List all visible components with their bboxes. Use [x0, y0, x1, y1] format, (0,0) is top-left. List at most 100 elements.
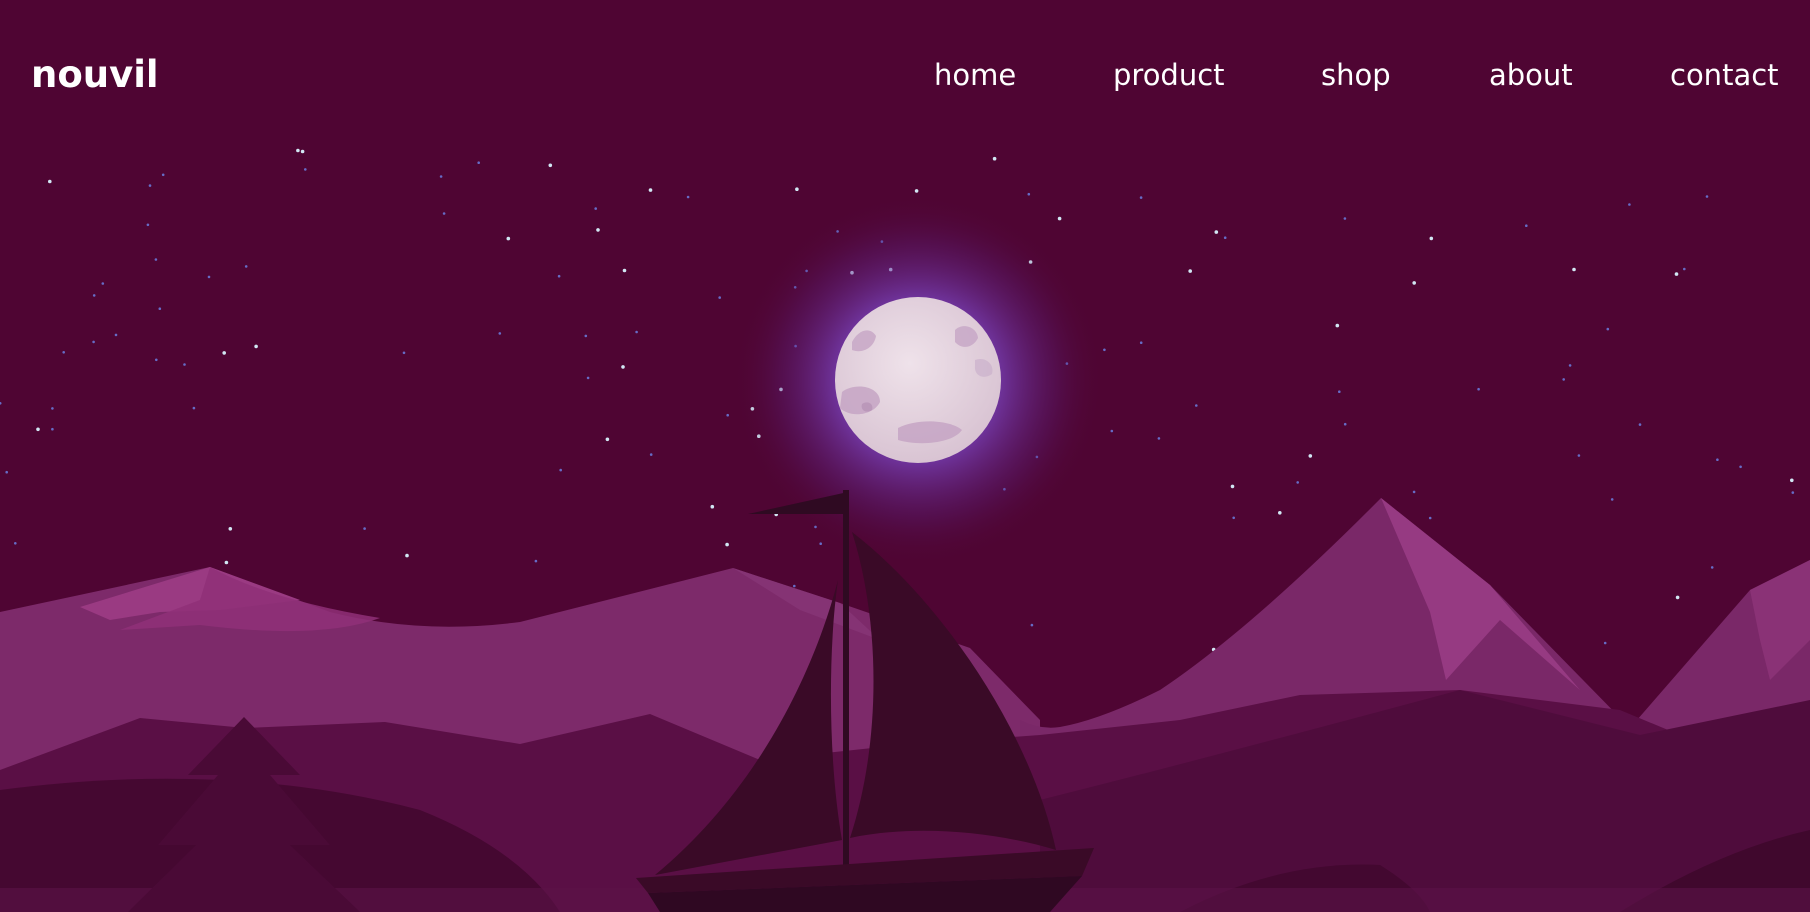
star: [161, 173, 165, 177]
star: [222, 351, 226, 355]
star: [793, 584, 796, 588]
star: [914, 189, 919, 193]
star: [1628, 203, 1631, 206]
star: [819, 542, 822, 545]
landing-page: nouvil home product shop about contact: [0, 0, 1810, 912]
star: [1232, 516, 1235, 520]
star: [148, 184, 152, 187]
star: [36, 427, 40, 432]
star: [154, 258, 158, 261]
star: [1429, 236, 1434, 241]
star: [1606, 327, 1610, 331]
star: [1139, 341, 1143, 345]
star: [1027, 192, 1031, 196]
star: [1278, 511, 1282, 515]
star: [1790, 478, 1794, 483]
star: [559, 468, 562, 472]
star: [725, 542, 729, 547]
nav-home-link[interactable]: home: [934, 58, 1016, 92]
star: [439, 175, 443, 178]
star: [621, 365, 625, 369]
star: [1223, 236, 1227, 239]
star: [1057, 216, 1062, 221]
star: [62, 351, 65, 354]
star: [596, 228, 600, 232]
star: [442, 212, 446, 215]
star: [795, 187, 799, 191]
star: [718, 296, 721, 299]
star: [228, 527, 233, 531]
star: [1412, 490, 1416, 494]
star: [14, 542, 17, 545]
star: [405, 553, 409, 558]
star: [114, 333, 118, 337]
star: [1412, 281, 1416, 285]
star: [51, 427, 54, 431]
star: [1335, 323, 1340, 328]
star: [1188, 269, 1192, 273]
star: [92, 294, 96, 297]
star: [363, 527, 366, 530]
star: [300, 149, 305, 154]
star: [548, 163, 553, 168]
star: [594, 207, 597, 210]
star: [158, 307, 162, 311]
star: [498, 332, 502, 335]
star: [1308, 454, 1313, 458]
star: [1030, 623, 1034, 627]
star: [1214, 230, 1219, 234]
star: [1603, 641, 1607, 645]
star: [1710, 566, 1714, 569]
star: [1195, 404, 1198, 407]
nav-product-link[interactable]: product: [1113, 58, 1225, 92]
star: [101, 282, 105, 285]
star: [557, 274, 561, 278]
star: [1338, 390, 1341, 394]
star: [1683, 267, 1686, 271]
star: [1428, 516, 1432, 520]
star: [1110, 429, 1114, 433]
nav-contact-link[interactable]: contact: [1670, 58, 1779, 92]
nav-about-link[interactable]: about: [1489, 58, 1573, 92]
star: [146, 223, 150, 227]
star: [584, 334, 588, 338]
main-nav: home product shop about contact: [0, 58, 1810, 98]
site-header: nouvil home product shop about contact: [0, 0, 1810, 150]
star: [1343, 422, 1347, 426]
star: [506, 236, 511, 241]
star: [1103, 348, 1106, 352]
star: [1705, 195, 1709, 198]
nav-shop-link[interactable]: shop: [1321, 58, 1391, 92]
star: [686, 195, 690, 199]
star: [477, 161, 481, 164]
star: [534, 559, 538, 563]
star: [1562, 378, 1565, 381]
star: [1791, 491, 1795, 494]
star: [648, 188, 653, 192]
star: [224, 560, 229, 565]
star: [1157, 437, 1161, 440]
star: [1675, 595, 1680, 600]
star: [1739, 465, 1742, 469]
star: [586, 376, 590, 380]
star: [155, 358, 158, 362]
star: [207, 275, 211, 279]
star: [1674, 272, 1679, 276]
star: [1343, 217, 1347, 220]
star: [1477, 387, 1480, 391]
star: [1638, 423, 1642, 426]
star: [726, 413, 729, 417]
star: [402, 351, 406, 355]
star: [1525, 224, 1528, 227]
star: [183, 363, 186, 366]
star: [1716, 458, 1719, 462]
star: [992, 156, 997, 161]
star: [1139, 196, 1143, 199]
star: [1577, 454, 1581, 457]
star: [5, 470, 8, 474]
star: [1572, 267, 1576, 272]
star: [710, 504, 715, 509]
star: [1296, 481, 1299, 484]
star: [304, 168, 307, 171]
star: [244, 265, 248, 268]
